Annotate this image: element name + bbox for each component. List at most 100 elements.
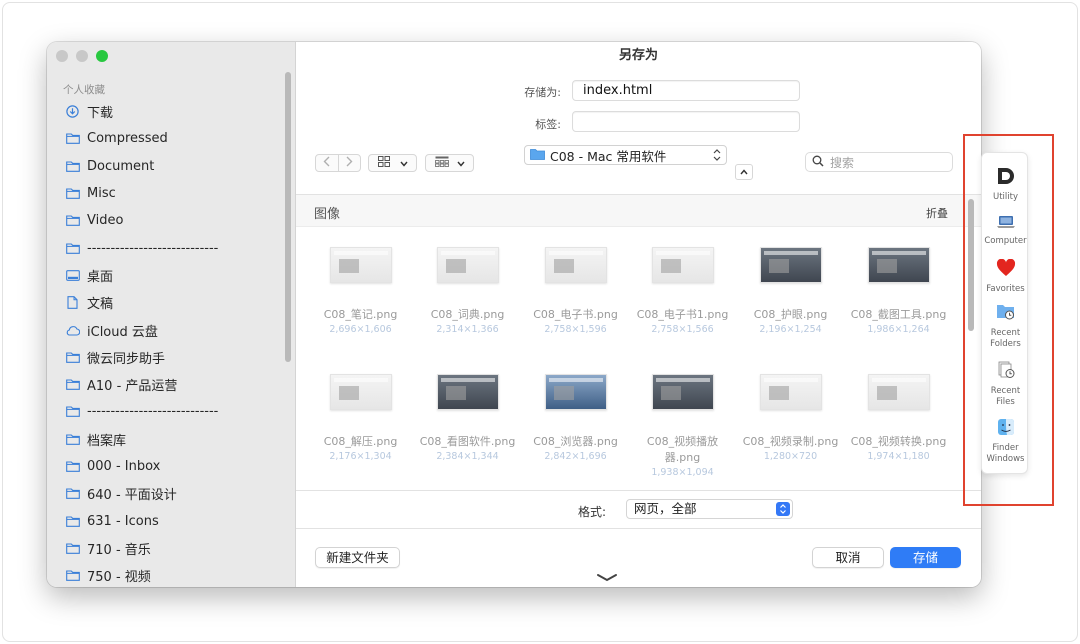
sidebar-item[interactable]: 640 - 平面设计 <box>47 480 285 507</box>
sidebar-item-label: 下载 <box>87 106 114 122</box>
file-name: C08_解压.png <box>323 435 398 448</box>
sidebar-item-label: Compressed <box>87 131 168 147</box>
chevron-right-icon[interactable] <box>339 156 361 170</box>
folder-icon <box>65 214 80 227</box>
file-item[interactable]: C08_看图软件.png 2,384×1,344 <box>415 374 520 464</box>
collapse-group-link[interactable]: 折叠 <box>926 205 948 221</box>
sidebar-item-label: 微云同步助手 <box>87 351 166 367</box>
sidebar-item[interactable]: ---------------------------- <box>47 234 285 261</box>
icon-grid-icon <box>377 156 390 170</box>
panel-item[interactable]: Favorites <box>982 258 1029 295</box>
sidebar-item-label: iCloud 云盘 <box>87 324 158 340</box>
sidebar-item[interactable]: 750 - 视频 <box>47 562 285 587</box>
sidebar-item[interactable]: 微云同步助手 <box>47 344 285 371</box>
location-popup[interactable]: C08 - Mac 常用软件 <box>524 145 727 165</box>
cancel-button[interactable]: 取消 <box>812 547 884 568</box>
file-dimensions: 2,696×1,606 <box>329 324 392 335</box>
sidebar-item[interactable]: ---------------------------- <box>47 398 285 425</box>
panel-item[interactable]: Recent Folders <box>982 303 1029 350</box>
file-item[interactable]: C08_视频播放器.png 1,938×1,094 <box>630 374 735 480</box>
group-grid-icon <box>434 156 449 170</box>
format-popup[interactable]: 网页，全部 <box>626 499 793 519</box>
sidebar-item[interactable]: 档案库 <box>47 426 285 453</box>
panel-item-label: Favorites <box>986 284 1025 294</box>
sidebar-item[interactable]: iCloud 云盘 <box>47 316 285 343</box>
sidebar-item-label: 640 - 平面设计 <box>87 488 177 504</box>
file-thumbnail <box>329 247 392 283</box>
panel-item-label: Utility <box>992 192 1018 202</box>
file-item[interactable]: C08_解压.png 2,176×1,304 <box>308 374 413 464</box>
group-header <box>296 195 981 227</box>
folder-icon <box>65 405 80 418</box>
chevron-left-icon[interactable] <box>316 156 338 170</box>
file-item[interactable]: C08_截图工具.png 1,986×1,264 <box>846 247 951 337</box>
group-mode-button[interactable] <box>425 154 474 172</box>
zoom-window-button[interactable] <box>96 50 108 62</box>
panel-item[interactable]: Recent Files <box>982 361 1029 408</box>
sidebar-item[interactable]: Compressed <box>47 125 285 152</box>
sidebar-item[interactable]: Document <box>47 153 285 180</box>
folder-icon <box>65 187 80 200</box>
file-item[interactable]: C08_浏览器.png 2,842×1,696 <box>523 374 628 464</box>
file-name: C08_词典.png <box>430 308 505 321</box>
file-dimensions: 1,938×1,094 <box>651 467 714 478</box>
traffic-lights <box>56 50 108 62</box>
panel-item-label: Recent Files <box>990 386 1021 407</box>
file-dimensions: 2,842×1,696 <box>544 451 607 462</box>
minimize-window-button[interactable] <box>76 50 88 62</box>
back-forward-control <box>315 154 361 172</box>
chevron-down-icon <box>399 157 408 170</box>
desktop-icon <box>65 269 80 282</box>
sidebar-item[interactable]: Misc <box>47 180 285 207</box>
sidebar-item-label: Document <box>87 158 155 174</box>
sidebar-item[interactable]: Video <box>47 207 285 234</box>
file-thumbnail <box>867 247 930 283</box>
sidebar-item[interactable]: 710 - 音乐 <box>47 535 285 562</box>
file-item[interactable]: C08_笔记.png 2,696×1,606 <box>308 247 413 337</box>
sidebar-item[interactable]: A10 - 产品运营 <box>47 371 285 398</box>
sidebar-item[interactable]: 桌面 <box>47 262 285 289</box>
close-window-button[interactable] <box>56 50 68 62</box>
file-name: C08_电子书.png <box>533 308 618 321</box>
folder-icon <box>65 160 80 173</box>
format-label: 格式: <box>578 505 607 519</box>
folder-icon <box>65 569 80 582</box>
sidebar-item[interactable]: 000 - Inbox <box>47 453 285 480</box>
file-item[interactable]: C08_电子书1.png 2,758×1,566 <box>630 247 735 337</box>
search-field[interactable]: 搜索 <box>805 152 953 172</box>
sidebar-item[interactable]: 下载 <box>47 98 285 125</box>
sidebar-item-label: 桌面 <box>87 269 114 285</box>
panel-item[interactable]: Finder Windows <box>982 418 1029 465</box>
sidebar-item-label: Misc <box>87 186 116 202</box>
view-mode-button[interactable] <box>368 154 417 172</box>
folder-icon <box>65 487 80 500</box>
sidebar-item-label: ---------------------------- <box>87 404 219 420</box>
format-value: 网页，全部 <box>634 501 697 516</box>
save-button[interactable]: 存储 <box>890 547 961 568</box>
panel-item[interactable]: Computer <box>982 215 1029 247</box>
chevron-down-icon <box>456 157 465 170</box>
sidebar-item-label: 750 - 视频 <box>87 570 151 586</box>
save-as-input[interactable]: index.html <box>572 80 800 101</box>
file-item[interactable]: C08_护眼.png 2,196×1,254 <box>738 247 843 337</box>
tags-input[interactable] <box>572 111 800 132</box>
chevron-down-icon[interactable] <box>596 568 618 582</box>
file-item[interactable]: C08_词典.png 2,314×1,366 <box>415 247 520 337</box>
utility-d-icon <box>982 167 1029 189</box>
finder-icon <box>982 418 1029 440</box>
file-dimensions: 2,176×1,304 <box>329 451 392 462</box>
sidebar-item-label: ---------------------------- <box>87 240 219 256</box>
file-item[interactable]: C08_视频录制.png 1,280×720 <box>738 374 843 464</box>
file-name: C08_看图软件.png <box>419 435 516 448</box>
sidebar-item[interactable]: 631 - Icons <box>47 507 285 534</box>
sidebar-item-label: 档案库 <box>87 433 127 449</box>
sidebar-item[interactable]: 文稿 <box>47 289 285 316</box>
panel-item[interactable]: Utility <box>982 167 1029 203</box>
file-thumbnail <box>544 247 607 283</box>
file-item[interactable]: C08_视频转换.png 1,974×1,180 <box>846 374 951 464</box>
sidebar-scrollbar[interactable] <box>285 72 291 362</box>
file-item[interactable]: C08_电子书.png 2,758×1,596 <box>523 247 628 337</box>
new-folder-button[interactable]: 新建文件夹 <box>315 547 400 568</box>
group-title: 图像 <box>314 207 341 222</box>
collapse-dialog-button[interactable] <box>735 164 753 180</box>
